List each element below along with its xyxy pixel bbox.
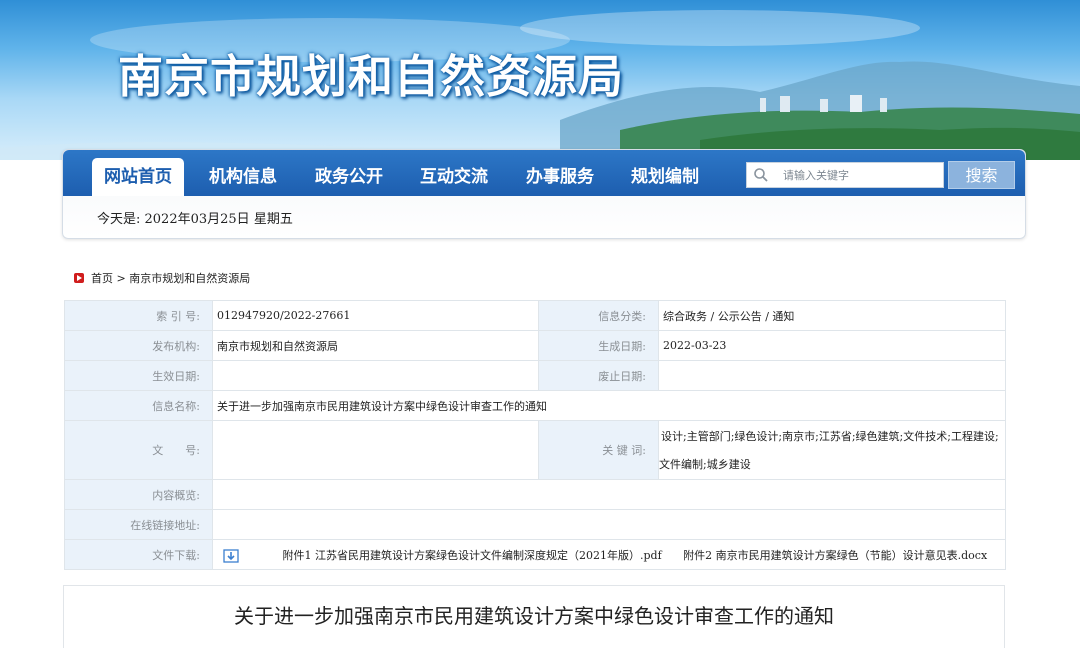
table-row: 信息名称: 关于进一步加强南京市民用建筑设计方案中绿色设计审查工作的通知: [64, 390, 1006, 421]
current-date: 今天是: 2022年03月25日 星期五: [97, 212, 293, 227]
breadcrumb-text[interactable]: 首页 > 南京市规划和自然资源局: [91, 270, 250, 286]
site-title: 南京市规划和自然资源局: [118, 50, 625, 103]
breadcrumb: 首页 > 南京市规划和自然资源局: [74, 270, 250, 286]
article-panel: 关于进一步加强南京市民用建筑设计方案中绿色设计审查工作的通知: [63, 585, 1005, 648]
site-banner: 南京市规划和自然资源局: [0, 0, 1080, 160]
category-label: 信息分类:: [538, 300, 659, 331]
summary-value: [212, 479, 1006, 510]
index-value: 012947920/2022-27661: [212, 300, 539, 331]
table-row: 发布机构: 南京市规划和自然资源局 生成日期: 2022-03-23: [64, 330, 1006, 361]
attachment-2-link[interactable]: 附件2 南京市民用建筑设计方案绿色（节能）设计意见表.docx: [683, 549, 987, 562]
expire-date-label: 废止日期:: [538, 360, 659, 391]
doc-number-value: [212, 420, 539, 480]
keywords-line-1: 设计;主管部门;绿色设计;南京市;江苏省;绿色建筑;文件技术;工程建设;: [661, 430, 999, 443]
nav-item-interaction[interactable]: 互动交流: [420, 158, 488, 196]
nav-bar: 网站首页 机构信息 政务公开 互动交流 办事服务 规划编制 搜索: [63, 150, 1025, 196]
info-name-label: 信息名称:: [64, 390, 213, 421]
main-navigation: 网站首页 机构信息 政务公开 互动交流 办事服务 规划编制 搜索 今天是: 20…: [62, 149, 1026, 239]
keywords-value: 设计;主管部门;绿色设计;南京市;江苏省;绿色建筑;文件技术;工程建设; 文件编…: [658, 420, 1006, 480]
expire-date-value: [658, 360, 1006, 391]
info-name-value: 关于进一步加强南京市民用建筑设计方案中绿色设计审查工作的通知: [212, 390, 1006, 421]
keywords-label: 关 键 词:: [538, 420, 659, 480]
keywords-line-2: 文件编制;城乡建设: [659, 458, 751, 471]
created-date-label: 生成日期:: [538, 330, 659, 361]
effective-date-value: [212, 360, 539, 391]
summary-label: 内容概览:: [64, 479, 213, 510]
attachment-1-link[interactable]: 附件1 江苏省民用建筑设计方案绿色设计文件编制深度规定（2021年版）.pdf: [283, 549, 662, 562]
search-icon: [754, 168, 768, 182]
search-input[interactable]: [775, 164, 941, 186]
nav-item-home[interactable]: 网站首页: [92, 158, 184, 196]
category-value: 综合政务 / 公示公告 / 通知: [658, 300, 1006, 331]
article-title: 关于进一步加强南京市民用建筑设计方案中绿色设计审查工作的通知: [234, 604, 834, 628]
download-label: 文件下载:: [64, 539, 213, 570]
document-info-table: 索 引 号: 012947920/2022-27661 信息分类: 综合政务 /…: [64, 300, 1006, 570]
search-box: [746, 162, 944, 188]
effective-date-label: 生效日期:: [64, 360, 213, 391]
table-row: 文件下载: 附件1 江苏省民用建筑设计方案绿色设计文件编制深度规定（2021年版…: [64, 539, 1006, 570]
index-label: 索 引 号:: [64, 300, 213, 331]
table-row: 在线链接地址:: [64, 509, 1006, 540]
location-icon: [74, 273, 84, 283]
publisher-label: 发布机构:: [64, 330, 213, 361]
download-icon[interactable]: [223, 548, 239, 563]
publisher-value: 南京市规划和自然资源局: [212, 330, 539, 361]
online-link-value: [212, 509, 1006, 540]
table-row: 索 引 号: 012947920/2022-27661 信息分类: 综合政务 /…: [64, 300, 1006, 331]
nav-item-organization[interactable]: 机构信息: [209, 158, 277, 196]
nav-item-government-affairs[interactable]: 政务公开: [315, 158, 383, 196]
nav-item-planning[interactable]: 规划编制: [631, 158, 699, 196]
table-row: 文 号: 关 键 词: 设计;主管部门;绿色设计;南京市;江苏省;绿色建筑;文件…: [64, 420, 1006, 480]
table-row: 内容概览:: [64, 479, 1006, 510]
nav-item-services[interactable]: 办事服务: [526, 158, 594, 196]
doc-number-label: 文 号:: [64, 420, 213, 480]
created-date-value: 2022-03-23: [658, 330, 1006, 361]
online-link-label: 在线链接地址:: [64, 509, 213, 540]
download-cell: 附件1 江苏省民用建筑设计方案绿色设计文件编制深度规定（2021年版）.pdf …: [212, 539, 1006, 570]
table-row: 生效日期: 废止日期:: [64, 360, 1006, 391]
search-button[interactable]: 搜索: [948, 161, 1015, 189]
